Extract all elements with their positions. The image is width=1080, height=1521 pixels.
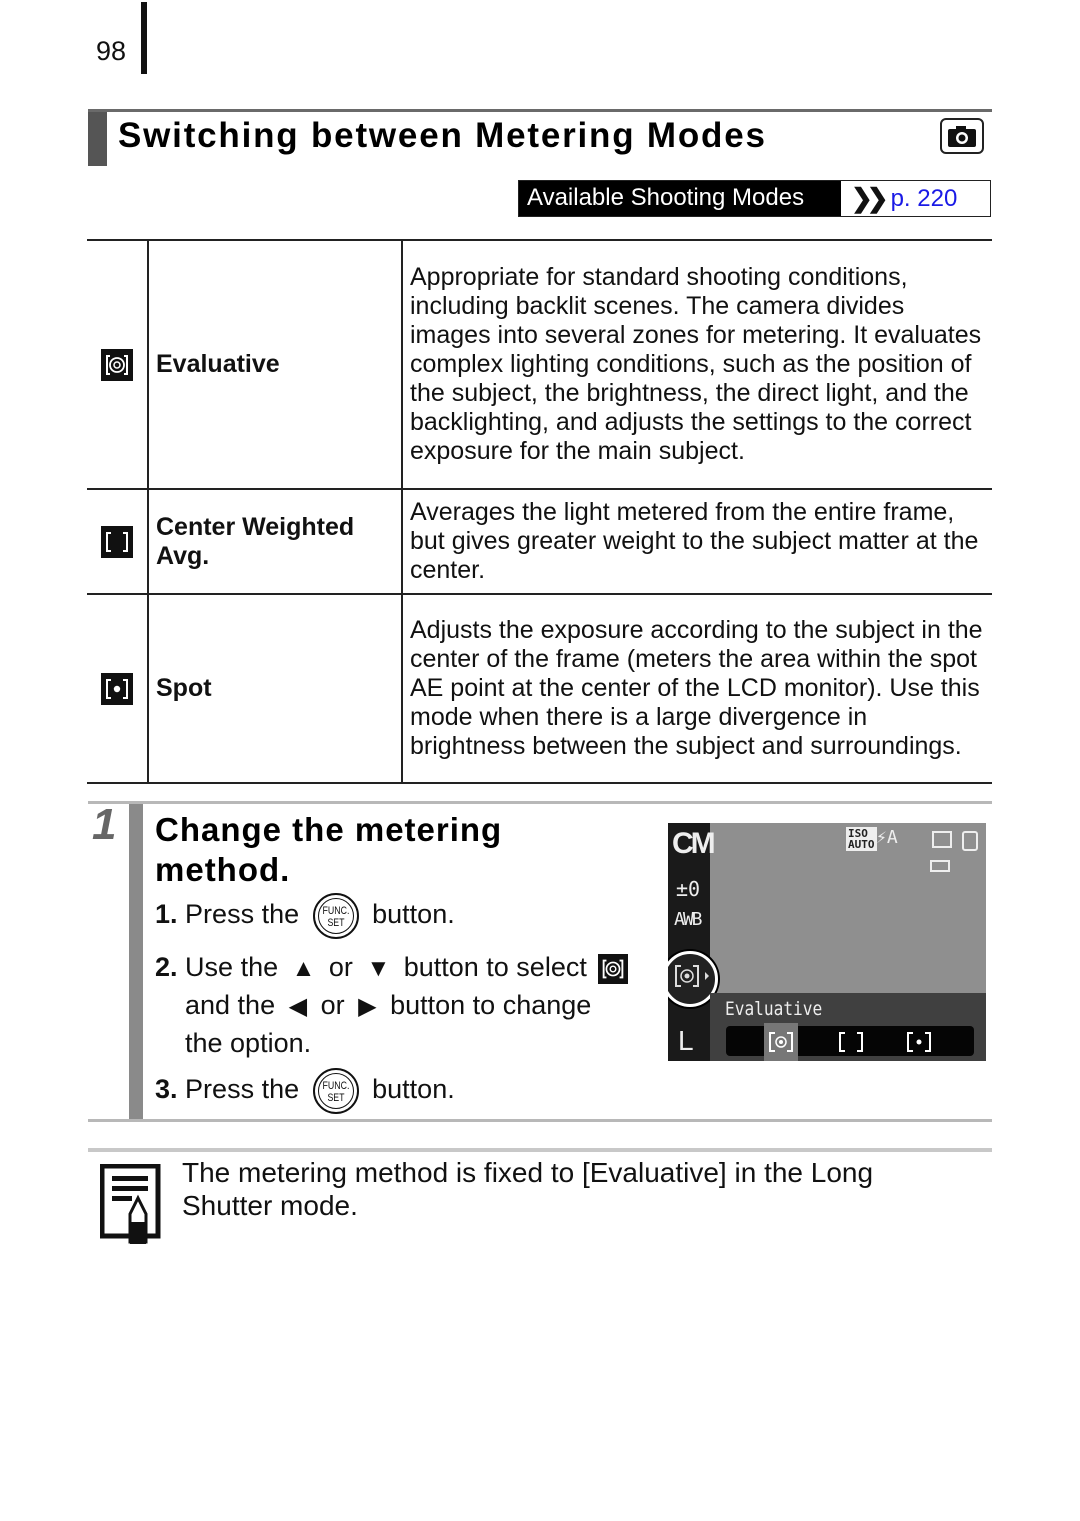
title-rule: [88, 109, 992, 112]
camera-shooting-mode-icon: [940, 118, 984, 154]
instruction-text: Use the: [185, 952, 279, 982]
icon-cell: [87, 488, 149, 595]
step-side-bar: [129, 804, 143, 1119]
step-title: Change the metering method.: [155, 811, 503, 888]
available-modes-label: Available Shooting Modes: [519, 181, 841, 216]
note-text: The metering method is fixed to [Evaluat…: [182, 1157, 874, 1221]
lcd-option-spot-icon: [907, 1032, 931, 1052]
instruction-2-line-2: and the ◀ or ▶ button to change: [185, 986, 591, 1026]
center-weighted-metering-icon: [101, 525, 133, 558]
lcd-option-center-weighted-icon: [839, 1032, 863, 1052]
down-arrow-icon: ▼: [366, 955, 391, 982]
page-reference-link[interactable]: ❯❯ p. 220: [841, 181, 957, 216]
page-number: 98: [96, 36, 127, 66]
lcd-option-evaluative-icon: [769, 1032, 793, 1052]
mode-description: Adjusts the exposure according to the su…: [402, 593, 992, 784]
metering-modes-table: Evaluative Appropriate for standard shoo…: [87, 239, 992, 784]
double-chevron-right-icon: ❯❯: [851, 183, 888, 213]
left-arrow-icon: ◀: [288, 993, 308, 1020]
step-bottom-rule: [88, 1119, 992, 1122]
lcd-drive-mode-icon: [932, 831, 952, 848]
spot-metering-icon: [101, 672, 133, 705]
lcd-image-size: L: [678, 1025, 694, 1056]
instruction-text: the option.: [185, 1028, 312, 1058]
evaluative-metering-icon: [675, 965, 709, 987]
step-top-rule: [88, 801, 992, 804]
evaluative-metering-icon: [598, 953, 629, 984]
instruction-text: Press the: [185, 1074, 300, 1105]
mode-name: Center Weighted Avg.: [148, 488, 403, 595]
page-reference-text[interactable]: p. 220: [891, 185, 958, 213]
func-set-button-icon: FUNC. SET: [312, 1068, 359, 1114]
mode-name: Spot: [148, 593, 403, 784]
instruction-text: button.: [372, 899, 455, 930]
lcd-camera-orientation-icon: [962, 831, 978, 851]
mode-description: Averages the light metered from the enti…: [402, 488, 992, 595]
instruction-text: button.: [372, 1074, 455, 1105]
instruction-2: 2. Use the ▲ or ▼ button to select: [155, 948, 629, 988]
instruction-text: button to select: [403, 952, 587, 982]
available-shooting-modes: Available Shooting Modes ❯❯ p. 220: [518, 180, 991, 217]
instruction-number: 3.: [155, 1074, 178, 1105]
evaluative-metering-icon: [101, 348, 133, 381]
table-row: Evaluative Appropriate for standard shoo…: [87, 239, 992, 490]
instruction-2-line-3: the option.: [185, 1024, 311, 1062]
up-arrow-icon: ▲: [291, 955, 316, 982]
lcd-flash-auto: ⚡A: [876, 827, 898, 848]
step-number: 1: [92, 800, 117, 849]
lcd-white-balance: AWB: [674, 909, 702, 930]
memo-pencil-icon: [100, 1164, 161, 1244]
page-number-divider: [141, 2, 147, 74]
icon-cell: [87, 593, 149, 784]
note-rule: [88, 1148, 992, 1152]
instruction-number: 2.: [155, 952, 178, 982]
page-title: Switching between Metering Modes: [118, 116, 767, 155]
instruction-text: or: [328, 952, 353, 982]
title-accent-block: [88, 112, 107, 166]
camera-lcd-screenshot: CM ±0 AWB L ISO AUTO ⚡A Evaluative: [668, 823, 986, 1061]
instruction-text: or: [320, 990, 345, 1020]
instruction-text: Press the: [185, 899, 300, 930]
icon-cell: [87, 239, 149, 490]
lcd-exposure-compensation: ±0: [676, 877, 701, 901]
lcd-shooting-mode: CM: [672, 827, 716, 860]
mode-name: Evaluative: [148, 239, 403, 490]
lcd-battery-icon: [930, 860, 950, 872]
instruction-1: 1. Press the FUNC. SET button.: [155, 893, 455, 939]
lcd-iso: ISO AUTO: [846, 827, 877, 851]
table-row: Spot Adjusts the exposure according to t…: [87, 593, 992, 784]
table-row: Center Weighted Avg. Averages the light …: [87, 488, 992, 595]
func-set-button-icon: FUNC. SET: [312, 893, 359, 939]
instruction-number: 1.: [155, 899, 178, 930]
instruction-text: button to change: [390, 990, 592, 1020]
right-arrow-icon: ▶: [358, 993, 377, 1020]
instruction-3: 3. Press the FUNC. SET button.: [155, 1068, 455, 1114]
lcd-selected-label: Evaluative: [725, 998, 823, 1020]
mode-description: Appropriate for standard shooting condit…: [402, 239, 992, 490]
instruction-text: and the: [185, 990, 276, 1020]
